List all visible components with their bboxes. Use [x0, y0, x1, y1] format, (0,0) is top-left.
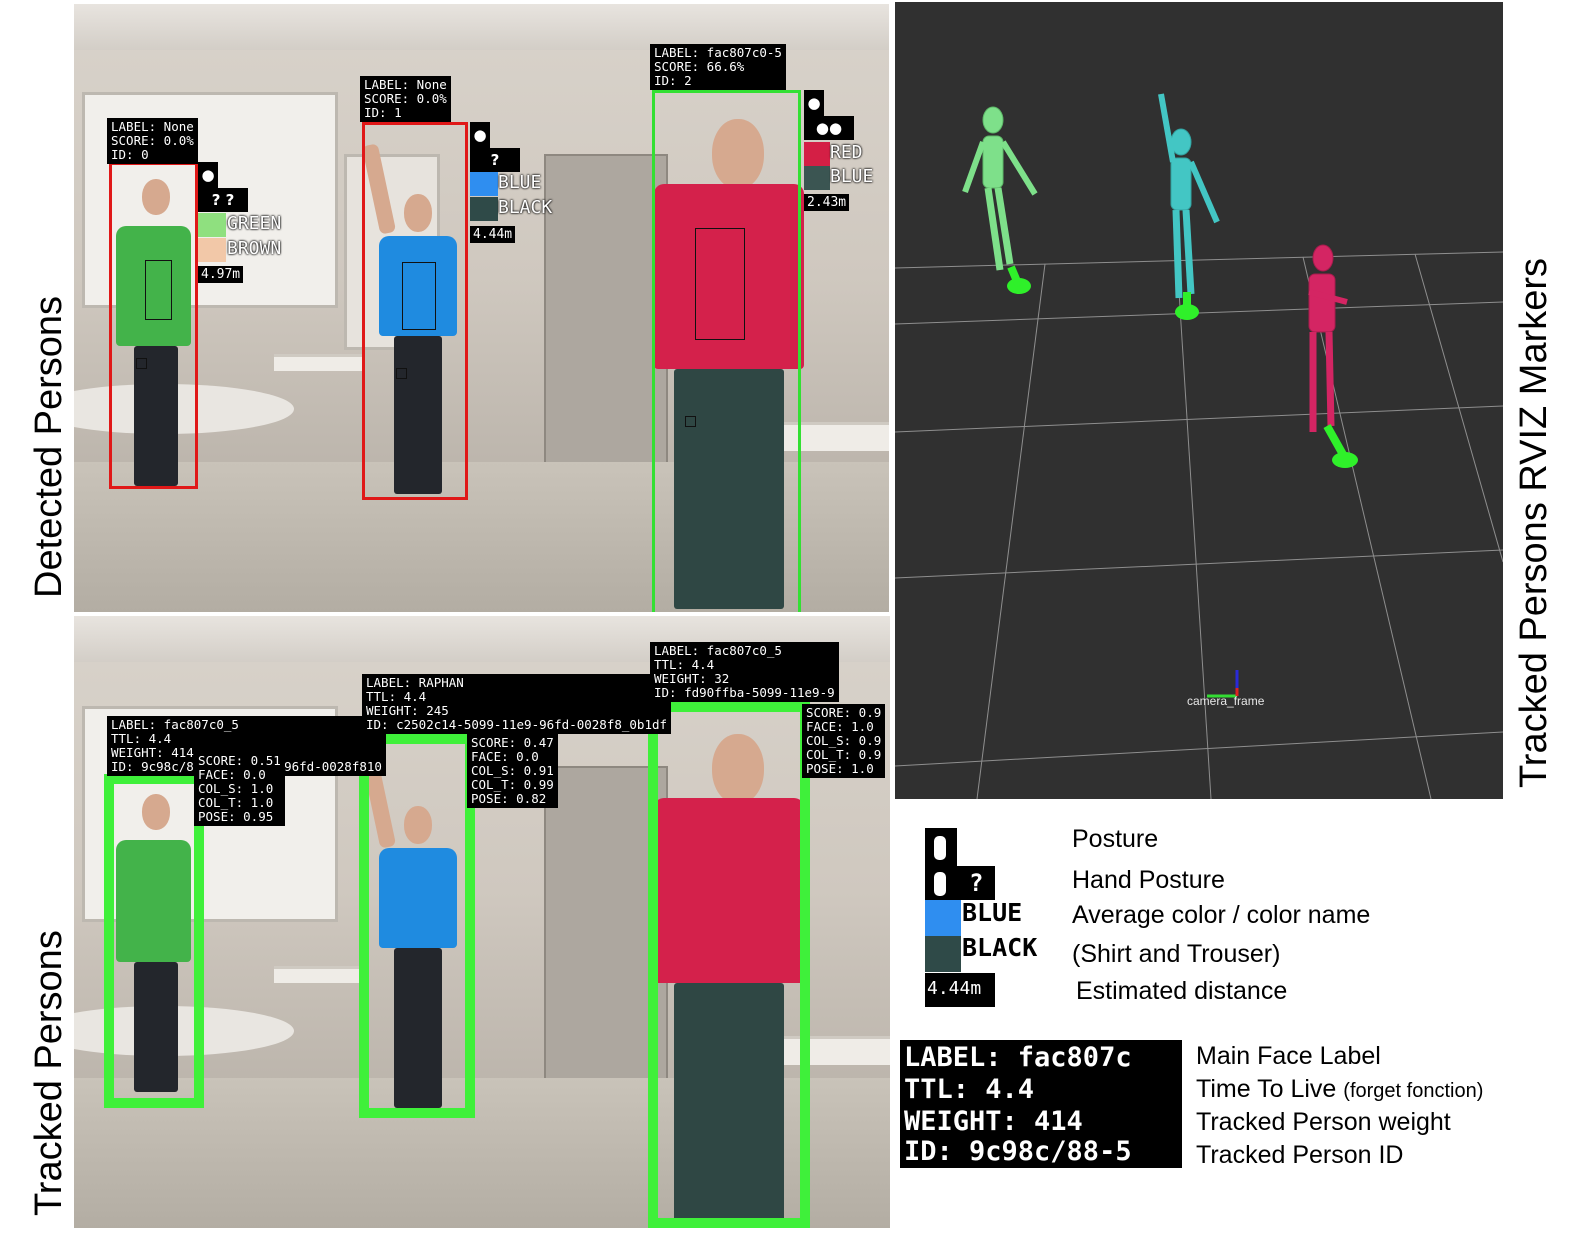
shirt-color-name-3: RED [830, 142, 863, 163]
posture-standing-icon [934, 836, 946, 860]
camera-frame-axes [1207, 670, 1239, 698]
legend-hand-icon: ? [925, 866, 995, 900]
trouser-color-swatch-1 [198, 238, 226, 262]
legend-forget-note: (forget fonction) [1343, 1080, 1484, 1102]
legend-person-id: Tracked Person ID [1196, 1141, 1404, 1169]
legend-tag-id: ID: 9c98c/88-5 [904, 1138, 1132, 1164]
foot-marker-3-shaft [1323, 424, 1349, 460]
legend-average-color: Average color / color name [1072, 901, 1371, 929]
trouser-region-2 [396, 368, 407, 379]
rviz-markers-title: Tracked Persons RVIZ Markers [1513, 257, 1555, 788]
detection-box-1[interactable] [109, 162, 198, 489]
trouser-color-name-1: BROWN [227, 238, 282, 259]
tracking-scores-2: SCORE: 0.47 FACE: 0.0 COL_S: 0.91 COL_T: 0.… [467, 734, 558, 808]
legend-main-face-label: Main Face Label [1196, 1042, 1381, 1070]
legend-posture-icon [925, 828, 957, 866]
tracking-info-3: LABEL: fac807c0_5 TTL: 4.4 WEIGHT: 32 ID: f… [650, 642, 839, 702]
tracking-info-2: LABEL: RAPHAN TTL: 4.4 WEIGHT: 245 ID: c250… [362, 674, 672, 734]
tracked-persons-title: Tracked Persons [28, 930, 70, 1216]
shirt-region-2 [402, 262, 436, 330]
shirt-color-name-2: BLUE [498, 172, 542, 193]
trouser-color-name-3: BLUE [830, 166, 874, 187]
legend-tracking-tag: LABEL: fac807c TTL: 4.4 WEIGHT: 414 ID: … [900, 1040, 1182, 1168]
legend-person-weight: Tracked Person weight [1196, 1108, 1451, 1136]
detection-info-3: LABEL: fac807c0-5 SCORE: 66.6% ID: 2 [650, 44, 786, 90]
legend-estimated-distance: Estimated distance [1076, 977, 1288, 1005]
shirt-color-swatch-2 [470, 172, 498, 196]
legend-shirt-swatch [925, 900, 961, 936]
distance-label-2: 4.44m [470, 226, 516, 243]
trouser-region-1 [136, 358, 147, 369]
legend-ttl-text: Time To Live [1196, 1075, 1337, 1103]
legend-tag-ttl: TTL: 4.4 [904, 1074, 1035, 1105]
shirt-color-swatch-3 [804, 142, 830, 166]
side-table [274, 966, 364, 983]
legend-trouser-name: BLACK [962, 933, 1038, 962]
hand-posture-icon: ? ? [198, 188, 248, 212]
tracking-box-1[interactable] [104, 774, 204, 1108]
door [544, 154, 668, 488]
skeleton-marker-1 [962, 106, 1038, 271]
posture-standing-icon: ● [198, 162, 218, 188]
legend-tag-label: LABEL: fac807c [904, 1042, 1132, 1073]
legend-tag-weight: WEIGHT: 414 [904, 1106, 1083, 1137]
ground-grid [895, 251, 1503, 799]
legend-posture: Posture [1072, 825, 1159, 853]
hand-posture-unknown-icon: ? [969, 869, 984, 897]
trouser-color-name-2: BLACK [498, 197, 553, 218]
tracking-box-2[interactable] [359, 734, 475, 1118]
legend-shirt-name: BLUE [962, 898, 1023, 927]
shirt-color-name-1: GREEN [227, 213, 282, 234]
shirt-region-3 [695, 228, 745, 340]
detected-persons-title: Detected Persons [28, 295, 70, 598]
distance-label-1: 4.97m [198, 266, 244, 283]
legend-hand-posture: Hand Posture [1072, 866, 1225, 894]
hand-posture-icon: ? [470, 148, 520, 172]
rviz-scene [895, 93, 1503, 799]
trouser-color-swatch-2 [470, 197, 498, 221]
legend-shirt-trouser: (Shirt and Trouser) [1072, 940, 1281, 968]
tracked-persons-image: LABEL: fac807c0_5 TTL: 4.4 WEIGHT: 414 ID: … [74, 616, 890, 1228]
posture-standing-icon: ● [804, 90, 824, 116]
skeleton-marker-3 [1308, 244, 1348, 432]
camera-frame-label: camera_frame [1187, 694, 1265, 708]
hand-raised-icon [934, 872, 946, 896]
posture-standing-icon: ● [470, 122, 490, 148]
trouser-region-3 [685, 416, 696, 427]
shirt-region-1 [145, 260, 172, 320]
tracking-box-3[interactable] [648, 702, 810, 1228]
shirt-color-swatch-1 [198, 213, 226, 237]
detection-info-2: LABEL: None SCORE: 0.0% ID: 1 [360, 76, 451, 122]
legend-trouser-swatch [925, 936, 961, 972]
side-table [274, 354, 364, 371]
distance-label-3: 2.43m [804, 194, 850, 211]
detection-box-3[interactable] [652, 90, 801, 612]
legend-distance-value: 4.44m [927, 978, 982, 999]
legend-distance-box: 4.44m [925, 973, 995, 1007]
arms-crossed-icon: ●● [804, 116, 854, 140]
detection-info-1: LABEL: None SCORE: 0.0% ID: 0 [107, 118, 198, 164]
detected-persons-image: LABEL: None SCORE: 0.0% ID: 0 ● ? ? GREEN … [74, 4, 889, 612]
tracking-scores-1: SCORE: 0.51 FACE: 0.0 COL_S: 1.0 COL_T: 1.0… [194, 752, 285, 826]
trouser-color-swatch-3 [804, 166, 830, 190]
legend-time-to-live: Time To Live (forget fonction) [1196, 1075, 1483, 1104]
rviz-viewport[interactable]: camera_frame [895, 2, 1503, 799]
skeleton-marker-2 [1158, 93, 1220, 299]
tracking-scores-3: SCORE: 0.9 FACE: 1.0 COL_S: 0.9 COL_T: 0.9 P… [802, 704, 886, 778]
